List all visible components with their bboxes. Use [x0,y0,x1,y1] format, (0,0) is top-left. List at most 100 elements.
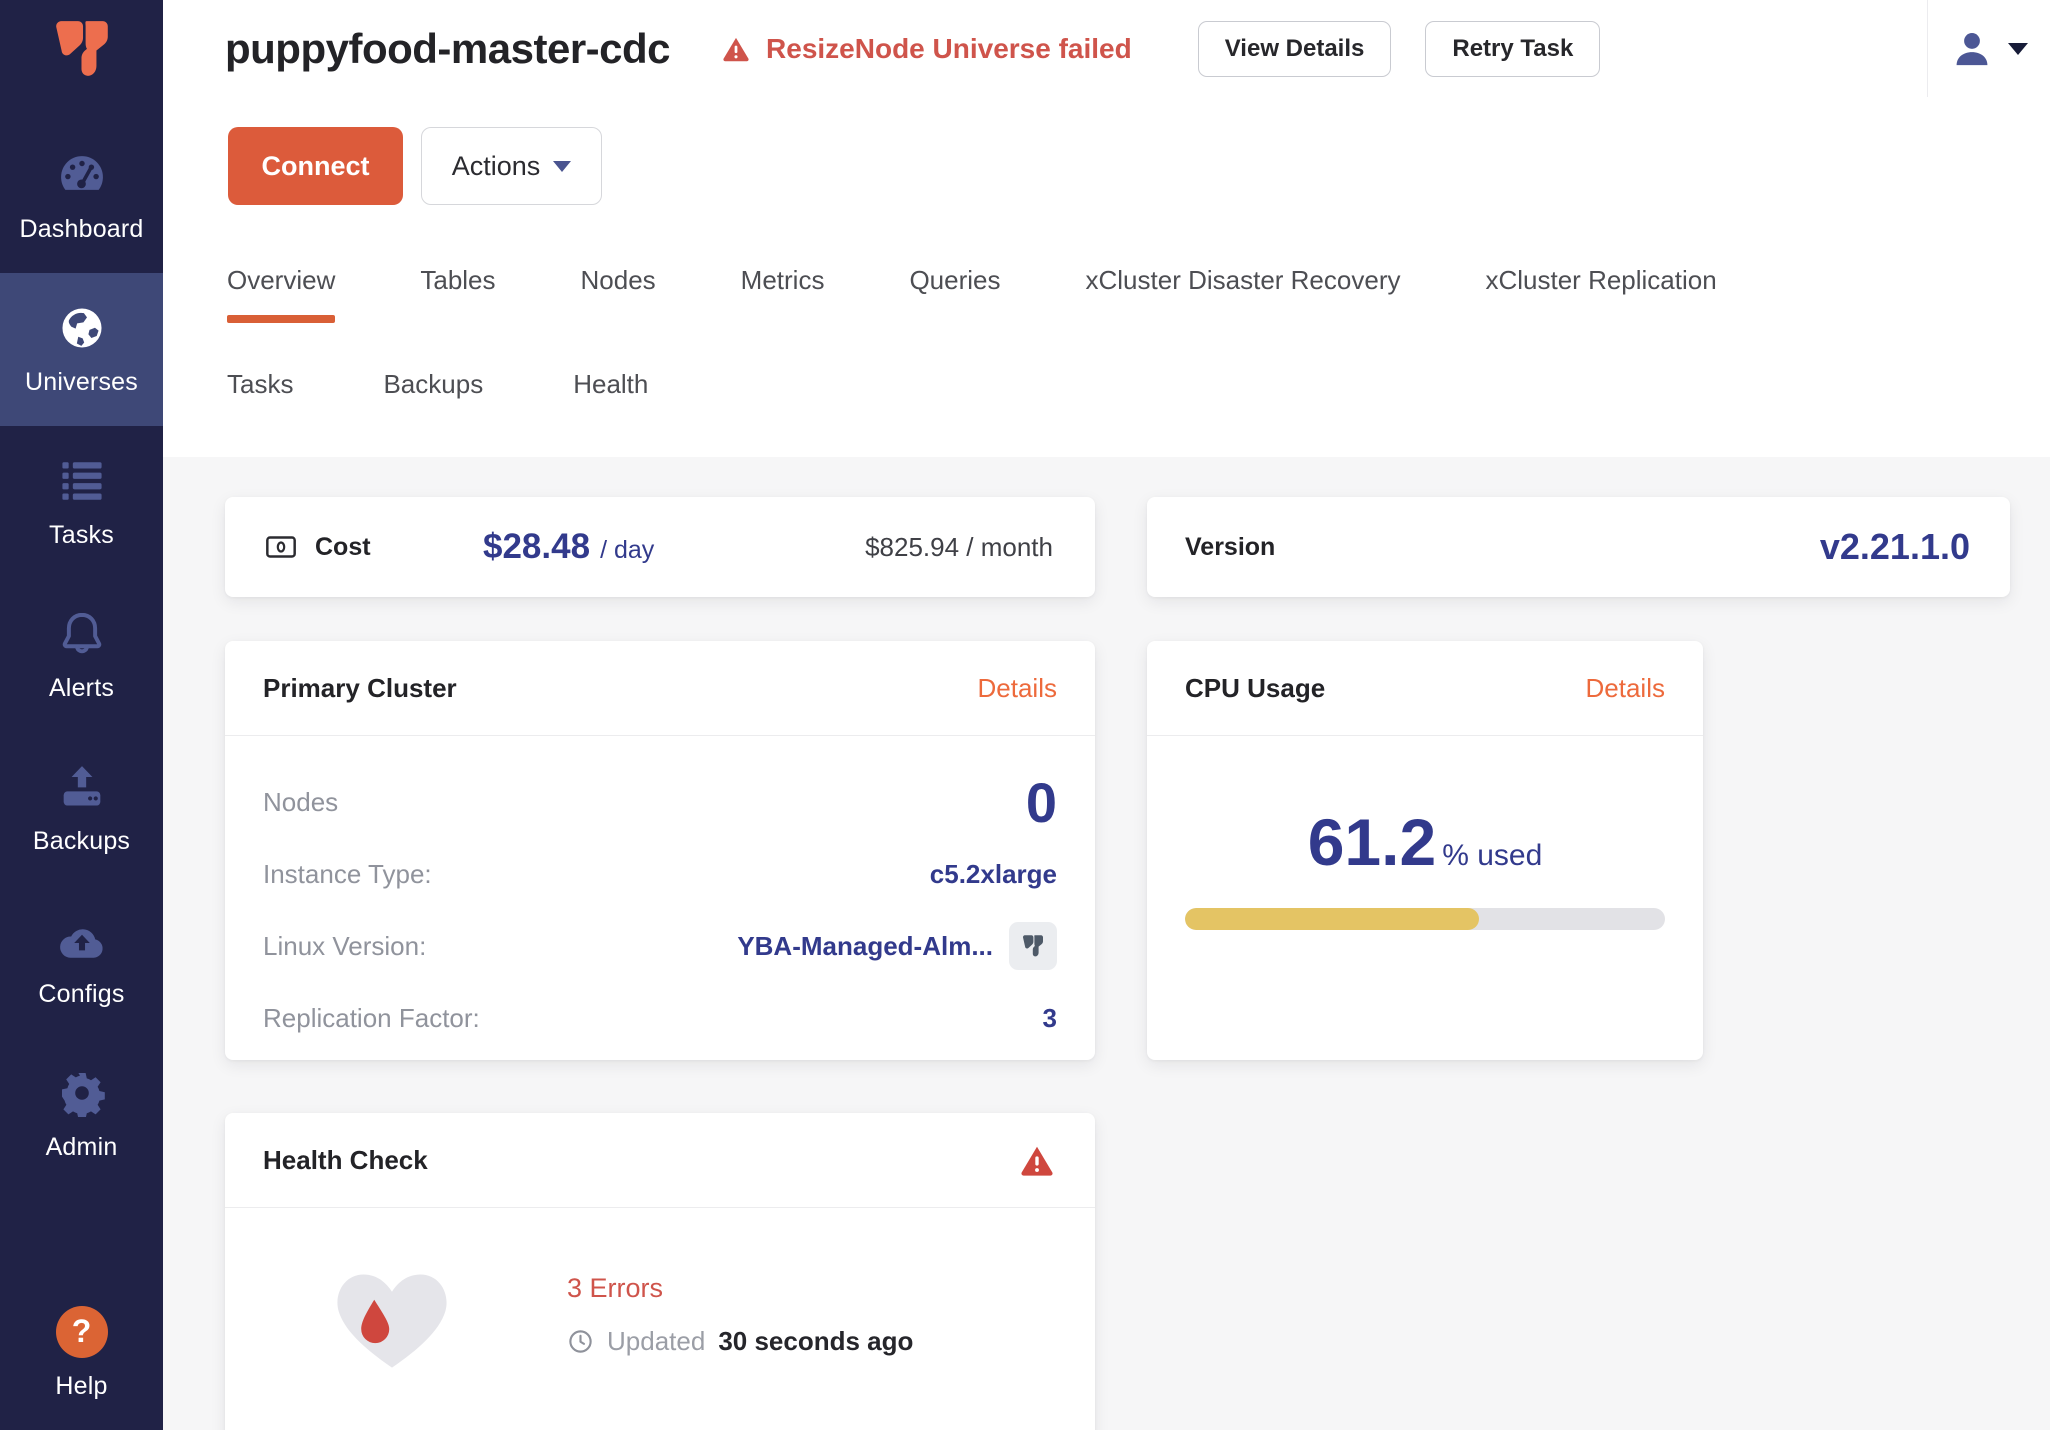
sidebar-item-admin[interactable]: Admin [0,1038,163,1191]
primary-cluster-title: Primary Cluster [263,673,457,704]
sidebar-item-backups[interactable]: Backups [0,732,163,885]
header-title-row: puppyfood-master-cdc ResizeNode Universe… [163,0,2050,97]
user-menu[interactable] [1928,0,2050,97]
cpu-usage-percent: 61.2 [1308,804,1436,880]
sidebar-item-dashboard[interactable]: Dashboard [0,120,163,273]
tab-metrics[interactable]: Metrics [741,265,825,323]
main-area: puppyfood-master-cdc ResizeNode Universe… [163,0,2050,1430]
cpu-usage-body: 61.2 % used [1147,804,1703,930]
sidebar-item-label: Alerts [49,674,114,703]
sidebar-item-label: Universes [25,368,138,397]
tab-xcluster-replication[interactable]: xCluster Replication [1485,265,1716,323]
sidebar-item-help[interactable]: ? Help [0,1290,163,1430]
cpu-usage-value-row: 61.2 % used [1185,804,1665,880]
alert-text: ResizeNode Universe failed [766,33,1132,65]
health-check-card: Health Check [225,1113,1095,1430]
health-updated-row: Updated 30 seconds ago [567,1326,913,1357]
cluster-row-linux-version: Linux Version: YBA-Managed-Alm... [263,904,1057,988]
cpu-usage-details-link[interactable]: Details [1586,673,1665,704]
cloud-upload-icon [56,914,108,966]
sidebar-item-label: Dashboard [19,215,143,244]
primary-cluster-card: Primary Cluster Details Nodes 0 Instance… [225,641,1095,1060]
cards-row-2: Primary Cluster Details Nodes 0 Instance… [225,641,2010,1060]
tab-health[interactable]: Health [573,369,648,400]
cards-row-1: Cost $28.48 / day $825.94 / month Versio… [225,497,2010,597]
sidebar-item-label: Configs [38,980,124,1009]
row-label: Replication Factor: [263,1003,480,1034]
user-icon [1950,27,1994,71]
health-updated-prefix: Updated [607,1326,705,1357]
primary-cluster-details-link[interactable]: Details [978,673,1057,704]
cluster-row-nodes: Nodes 0 [263,760,1057,844]
version-label: Version [1185,533,1275,562]
connect-button[interactable]: Connect [228,127,403,205]
view-details-button[interactable]: View Details [1198,21,1392,77]
gauge-icon [56,149,108,201]
cluster-row-replication-factor: Replication Factor: 3 [263,988,1057,1048]
bell-icon [57,608,107,660]
cpu-usage-suffix: % used [1442,839,1542,873]
overview-content: Cost $28.48 / day $825.94 / month Versio… [163,457,2050,1430]
toolbar: Connect Actions [163,127,2050,205]
tab-tasks[interactable]: Tasks [227,369,293,400]
heart-droplet-icon [325,1254,459,1376]
cluster-row-instance-type: Instance Type: c5.2xlarge [263,844,1057,904]
sidebar-item-label: Help [55,1372,107,1401]
sidebar: Dashboard Universes [0,0,163,1430]
version-value: v2.21.1.0 [1820,526,1970,568]
page-header: puppyfood-master-cdc ResizeNode Universe… [163,0,2050,457]
row-label: Linux Version: [263,931,426,962]
task-list-icon [57,455,107,507]
linux-version-value: YBA-Managed-Alm... [737,931,993,962]
row-label: Instance Type: [263,859,432,890]
clock-icon [567,1328,594,1355]
actions-button-label: Actions [452,151,541,182]
tab-nodes[interactable]: Nodes [581,265,656,323]
health-check-status: 3 Errors Updated 30 seconds ago [567,1273,913,1357]
cost-card: Cost $28.48 / day $825.94 / month [225,497,1095,597]
backup-upload-icon [57,761,107,813]
version-card: Version v2.21.1.0 [1147,497,2010,597]
sidebar-item-label: Backups [33,827,130,856]
cost-daily: $28.48 / day [483,527,654,567]
health-check-header: Health Check [225,1113,1095,1208]
sidebar-item-label: Admin [46,1133,118,1162]
health-updated-value: 30 seconds ago [718,1326,913,1357]
banknote-icon [263,531,299,563]
actions-button[interactable]: Actions [421,127,602,205]
gear-icon [58,1067,106,1119]
yugabyte-logo[interactable] [0,0,163,120]
instance-type-value: c5.2xlarge [930,859,1057,890]
cost-daily-value: $28.48 [483,527,590,567]
sidebar-item-universes[interactable]: Universes [0,273,163,426]
sidebar-item-alerts[interactable]: Alerts [0,579,163,732]
sidebar-item-configs[interactable]: Configs [0,885,163,1038]
warning-triangle-icon [720,34,752,64]
health-check-body: 3 Errors Updated 30 seconds ago [225,1208,1095,1376]
page-title: puppyfood-master-cdc [225,25,670,73]
tab-backups[interactable]: Backups [383,369,483,400]
nodes-count: 0 [1026,770,1057,835]
sidebar-item-label: Tasks [49,521,114,550]
health-check-title: Health Check [263,1145,428,1176]
app-root: Dashboard Universes [0,0,2050,1430]
cpu-usage-title: CPU Usage [1185,673,1325,704]
tab-xcluster-disaster-recovery[interactable]: xCluster Disaster Recovery [1086,265,1401,323]
retry-task-button[interactable]: Retry Task [1425,21,1600,77]
yugabyte-logo-icon [49,18,115,80]
primary-cluster-body: Nodes 0 Instance Type: c5.2xlarge Linux … [225,736,1095,1048]
chevron-down-icon [553,161,571,172]
primary-cluster-header: Primary Cluster Details [225,641,1095,736]
health-errors-link[interactable]: 3 Errors [567,1273,913,1304]
cpu-progress-fill [1185,908,1479,930]
tab-overview[interactable]: Overview [227,265,335,323]
chevron-down-icon [2008,43,2028,55]
sidebar-item-tasks[interactable]: Tasks [0,426,163,579]
cpu-usage-card: CPU Usage Details 61.2 % used [1147,641,1703,1060]
globe-icon [57,302,107,354]
yugabyte-badge-icon [1009,922,1057,970]
tab-queries[interactable]: Queries [909,265,1000,323]
tab-bar-secondary: Tasks Backups Health [163,369,2050,400]
tab-tables[interactable]: Tables [420,265,495,323]
task-failed-alert: ResizeNode Universe failed [720,33,1132,65]
